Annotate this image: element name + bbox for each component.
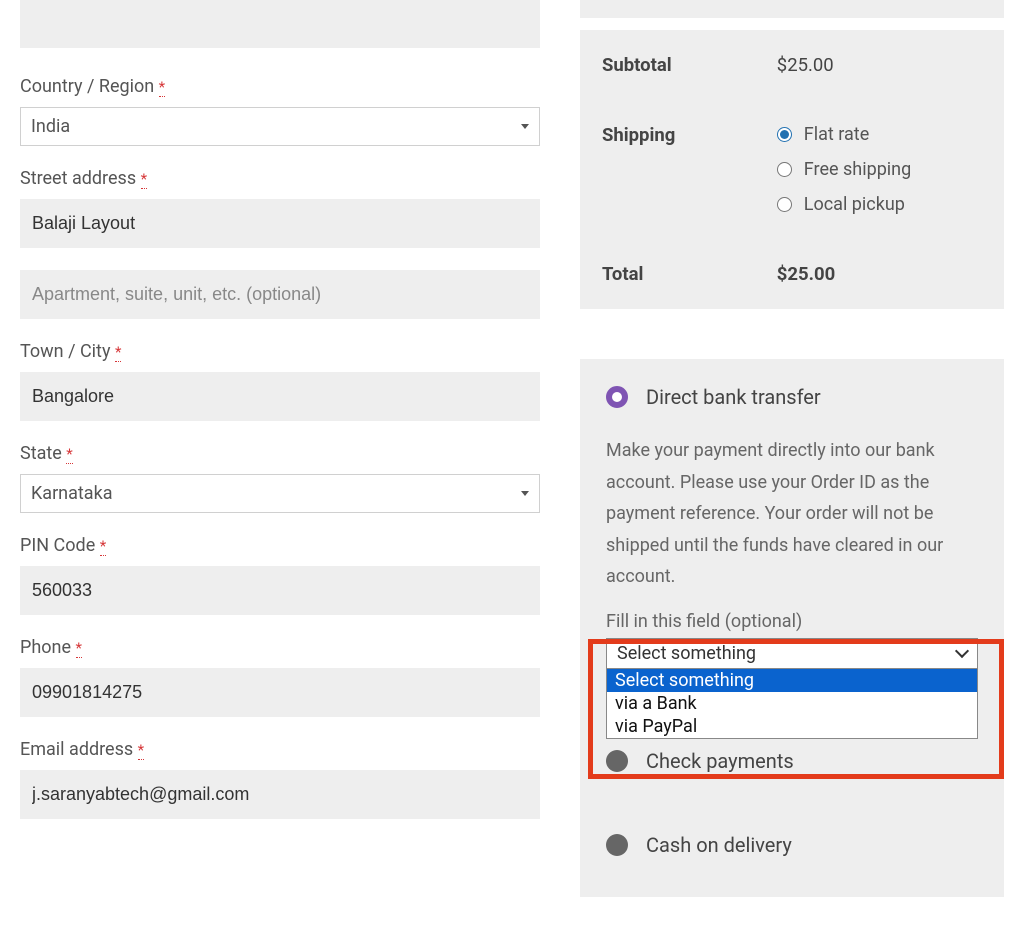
summary-top-edge xyxy=(580,0,1004,18)
payment-check-label: Check payments xyxy=(646,749,794,773)
phone-label: Phone * xyxy=(20,637,540,658)
aux-select[interactable]: Select something xyxy=(606,638,978,669)
street2-field-group xyxy=(20,270,540,319)
shipping-row: Shipping Flat rate Free shipping xyxy=(580,100,1004,239)
city-field-group: Town / City * xyxy=(20,341,540,421)
payment-option-cod[interactable]: Cash on delivery xyxy=(606,833,978,857)
street-label-text: Street address xyxy=(20,168,136,189)
email-label: Email address * xyxy=(20,739,540,760)
payment-option-bank-transfer[interactable]: Direct bank transfer xyxy=(606,385,978,409)
state-label: State * xyxy=(20,443,540,464)
billing-form: Country / Region * India Street address … xyxy=(20,0,540,897)
shipping-label: Shipping xyxy=(602,124,777,215)
subtotal-value: $25.00 xyxy=(777,54,982,76)
street-label: Street address * xyxy=(20,168,540,189)
aux-option-paypal[interactable]: via PayPal xyxy=(607,715,977,738)
payment-cod-label: Cash on delivery xyxy=(646,833,792,857)
state-label-text: State xyxy=(20,443,62,464)
email-field-group: Email address * xyxy=(20,739,540,819)
subtotal-row: Subtotal $25.00 xyxy=(580,30,1004,100)
shipping-option-flat[interactable]: Flat rate xyxy=(777,124,982,145)
city-label: Town / City * xyxy=(20,341,540,362)
shipping-options: Flat rate Free shipping Local pickup xyxy=(777,124,982,215)
total-value: $25.00 xyxy=(777,263,982,285)
state-select-value: Karnataka xyxy=(31,483,113,504)
required-mark: * xyxy=(100,537,106,556)
aux-select-value: Select something xyxy=(617,643,756,664)
required-mark: * xyxy=(115,343,121,362)
required-mark: * xyxy=(66,445,72,464)
required-mark: * xyxy=(141,170,147,189)
country-field-group: Country / Region * India xyxy=(20,76,540,146)
aux-option-placeholder[interactable]: Select something xyxy=(607,669,977,692)
shipping-option-local[interactable]: Local pickup xyxy=(777,194,982,215)
radio-unselected-icon xyxy=(606,750,628,772)
order-summary: Subtotal $25.00 Shipping Flat rate Free … xyxy=(580,30,1004,309)
payment-option-check[interactable]: Check payments xyxy=(606,749,978,773)
pin-label-text: PIN Code xyxy=(20,535,95,556)
shipping-option-flat-label: Flat rate xyxy=(804,124,869,145)
payment-bank-transfer-label: Direct bank transfer xyxy=(646,385,821,409)
email-input[interactable] xyxy=(20,770,540,819)
pin-field-group: PIN Code * xyxy=(20,535,540,615)
total-label: Total xyxy=(602,263,777,285)
pin-input[interactable] xyxy=(20,566,540,615)
street-address-input[interactable] xyxy=(20,199,540,248)
aux-select-label: Fill in this field (optional) xyxy=(606,611,978,632)
caret-down-icon xyxy=(521,124,529,129)
radio-selected-icon xyxy=(606,386,628,408)
previous-field-placeholder xyxy=(20,0,540,48)
country-label: Country / Region * xyxy=(20,76,540,97)
total-row: Total $25.00 xyxy=(580,239,1004,309)
shipping-radio-free[interactable] xyxy=(777,162,792,177)
city-label-text: Town / City xyxy=(20,341,110,362)
street-field-group: Street address * xyxy=(20,168,540,248)
order-review: Subtotal $25.00 Shipping Flat rate Free … xyxy=(580,0,1004,897)
state-select[interactable]: Karnataka xyxy=(20,474,540,513)
phone-field-group: Phone * xyxy=(20,637,540,717)
required-mark: * xyxy=(76,639,82,658)
required-mark: * xyxy=(138,741,144,760)
payment-bank-transfer-description: Make your payment directly into our bank… xyxy=(606,435,978,593)
required-mark: * xyxy=(159,78,165,97)
shipping-radio-flat[interactable] xyxy=(777,127,792,142)
shipping-option-free-label: Free shipping xyxy=(804,159,911,180)
phone-label-text: Phone xyxy=(20,637,71,658)
aux-option-bank[interactable]: via a Bank xyxy=(607,692,977,715)
city-input[interactable] xyxy=(20,372,540,421)
country-label-text: Country / Region xyxy=(20,76,154,97)
pin-label: PIN Code * xyxy=(20,535,540,556)
shipping-radio-local[interactable] xyxy=(777,197,792,212)
chevron-down-icon xyxy=(955,644,969,658)
street-address-2-input[interactable] xyxy=(20,270,540,319)
shipping-option-free[interactable]: Free shipping xyxy=(777,159,982,180)
payment-methods: Direct bank transfer Make your payment d… xyxy=(580,359,1004,897)
shipping-option-local-label: Local pickup xyxy=(804,194,905,215)
country-select[interactable]: India xyxy=(20,107,540,146)
subtotal-label: Subtotal xyxy=(602,54,777,76)
state-field-group: State * Karnataka xyxy=(20,443,540,513)
phone-input[interactable] xyxy=(20,668,540,717)
country-select-value: India xyxy=(31,116,70,137)
caret-down-icon xyxy=(521,491,529,496)
aux-select-dropdown: Select something via a Bank via PayPal xyxy=(606,669,978,739)
email-label-text: Email address xyxy=(20,739,133,760)
radio-unselected-icon xyxy=(606,834,628,856)
